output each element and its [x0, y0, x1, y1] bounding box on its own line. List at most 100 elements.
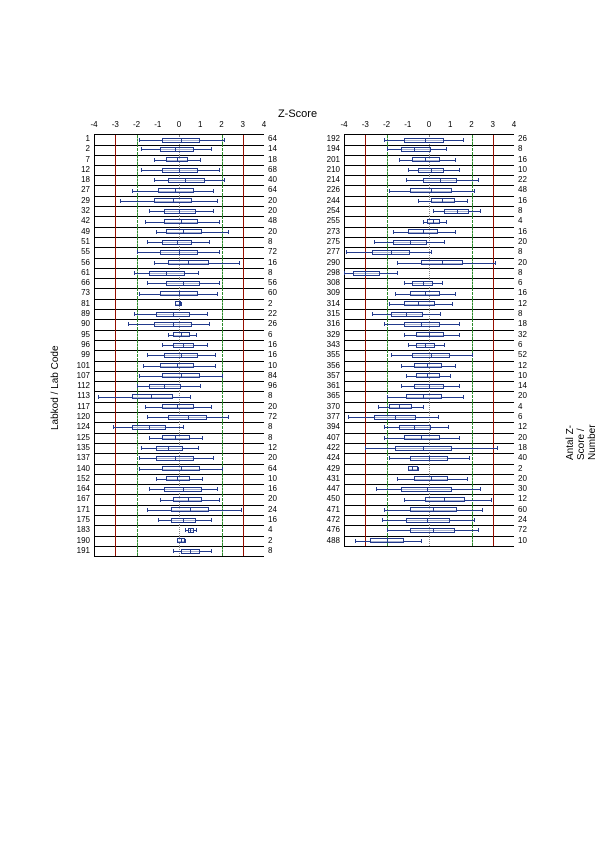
lab-code: 90: [60, 319, 90, 329]
boxplot-row: 2778: [310, 247, 550, 257]
boxplot-row: 48810: [310, 536, 550, 546]
lab-code: 2: [60, 144, 90, 154]
zscore-count: 8: [518, 206, 546, 216]
boxplot-row: 812: [60, 299, 300, 309]
lab-code: 55: [60, 247, 90, 257]
lab-code: 101: [60, 361, 90, 371]
zscore-count: 4: [268, 525, 296, 535]
boxplot-row: 24416: [310, 196, 550, 206]
boxplot-row: 1902: [60, 536, 300, 546]
zscore-count: 72: [518, 525, 546, 535]
lab-code: 137: [60, 453, 90, 463]
boxplot-row: 9616: [60, 340, 300, 350]
lab-code: 192: [310, 134, 340, 144]
y-axis-right-label: Antal Z-Score / Number of Z-Score: [565, 424, 595, 460]
boxplot-row: 9026: [60, 319, 300, 329]
boxplot-row: 27316: [310, 227, 550, 237]
boxplot-row: 29020: [310, 258, 550, 268]
lab-code: 201: [310, 155, 340, 165]
lab-code: 89: [60, 309, 90, 319]
zscore-count: 2: [268, 536, 296, 546]
boxplot-row: 518: [60, 237, 300, 247]
boxplot-row: 4920: [60, 227, 300, 237]
zscore-count: 2: [268, 299, 296, 309]
lab-code: 124: [60, 422, 90, 432]
zscore-count: 16: [268, 484, 296, 494]
boxplot-row: 11296: [60, 381, 300, 391]
zscore-count: 18: [518, 443, 546, 453]
zscore-count: 20: [518, 474, 546, 484]
lab-code: 343: [310, 340, 340, 350]
lab-code: 298: [310, 268, 340, 278]
lab-code: 315: [310, 309, 340, 319]
zscore-count: 48: [518, 185, 546, 195]
boxplot-row: 1258: [60, 433, 300, 443]
zscore-count: 8: [518, 144, 546, 154]
lab-code: 424: [310, 453, 340, 463]
lab-code: 290: [310, 258, 340, 268]
x-tick: 3: [487, 120, 499, 129]
zscore-count: 8: [268, 237, 296, 247]
zscore-count: 72: [268, 247, 296, 257]
lab-code: 422: [310, 443, 340, 453]
boxplot-row: 45012: [310, 494, 550, 504]
x-tick: -4: [88, 120, 100, 129]
lab-code: 95: [60, 330, 90, 340]
boxplot-row: 31618: [310, 319, 550, 329]
boxplot-row: 275 20: [310, 237, 550, 247]
zscore-count: 18: [268, 155, 296, 165]
boxplot-row: 39412: [310, 422, 550, 432]
boxplot-row: 16720: [60, 494, 300, 504]
lab-code: 472: [310, 515, 340, 525]
lab-code: 407: [310, 433, 340, 443]
lab-code: 275: [310, 237, 340, 247]
lab-code: 96: [60, 340, 90, 350]
boxplot-row: 4248: [60, 216, 300, 226]
lab-code: 254: [310, 206, 340, 216]
zscore-count: 20: [518, 237, 546, 247]
zscore-count: 24: [518, 515, 546, 525]
boxplot-row: 30916: [310, 288, 550, 298]
boxplot-row: 298 8: [310, 268, 550, 278]
zscore-count: 4: [518, 216, 546, 226]
lab-code: 429: [310, 464, 340, 474]
zscore-count: 20: [518, 433, 546, 443]
zscore-count: 84: [268, 371, 296, 381]
boxplot-row: 1918: [60, 546, 300, 556]
lab-code: 365: [310, 391, 340, 401]
boxplot-row: 1834: [60, 525, 300, 535]
zscore-count: 16: [518, 288, 546, 298]
lab-code: 431: [310, 474, 340, 484]
lab-code: 394: [310, 422, 340, 432]
boxplot-row: 95 6: [60, 330, 300, 340]
lab-code: 357: [310, 371, 340, 381]
boxplot-row: 6656: [60, 278, 300, 288]
lab-code: 99: [60, 350, 90, 360]
lab-code: 125: [60, 433, 90, 443]
boxplot-row: 1248: [60, 422, 300, 432]
zscore-count: 64: [268, 464, 296, 474]
zscore-count: 8: [518, 268, 546, 278]
zscore-count: 10: [268, 361, 296, 371]
boxplot-row: 8922: [60, 309, 300, 319]
lab-code: 210: [310, 165, 340, 175]
zscore-count: 12: [268, 443, 296, 453]
boxplot-row: 2764: [60, 185, 300, 195]
zscore-count: 12: [518, 299, 546, 309]
lab-code: 12: [60, 165, 90, 175]
boxplot-row: 32932: [310, 330, 550, 340]
lab-code: 471: [310, 505, 340, 515]
lab-code: 356: [310, 361, 340, 371]
boxplot-row: 254 8: [310, 206, 550, 216]
lab-code: 308: [310, 278, 340, 288]
boxplot-row: 14064: [60, 464, 300, 474]
zscore-count: 6: [268, 330, 296, 340]
zscore-count: 16: [518, 155, 546, 165]
boxplot-row: 5616: [60, 258, 300, 268]
x-tick: -2: [131, 120, 143, 129]
zscore-count: 56: [268, 278, 296, 288]
zscore-count: 30: [518, 484, 546, 494]
boxplot-row: 55 72: [60, 247, 300, 257]
lab-code: 61: [60, 268, 90, 278]
boxplot-row: 214: [60, 144, 300, 154]
